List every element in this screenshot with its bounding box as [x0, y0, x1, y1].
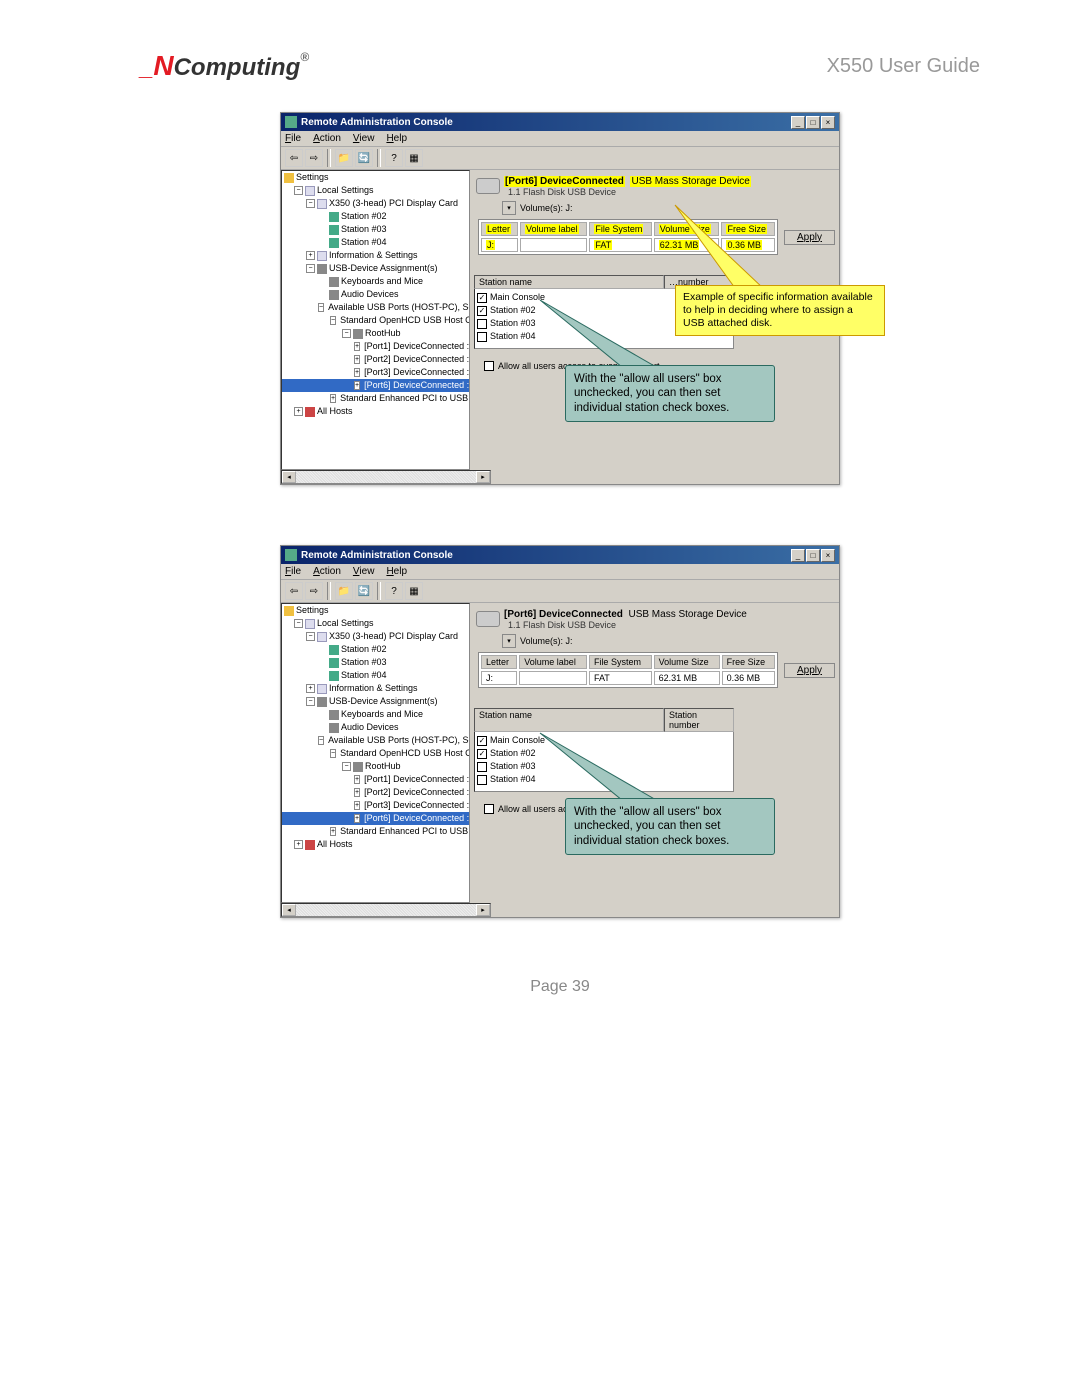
close-button[interactable]: ×	[821, 549, 835, 562]
menu-view[interactable]: View	[353, 566, 375, 577]
brand-logo: _NComputing®	[140, 50, 309, 82]
help-button[interactable]: ?	[385, 149, 403, 167]
menubar[interactable]: File Action View Help	[281, 131, 839, 146]
allow-all-checkbox[interactable]	[484, 804, 494, 814]
window-title: Remote Administration Console	[301, 117, 791, 128]
minimize-button[interactable]: _	[791, 549, 805, 562]
window-title: Remote Administration Console	[301, 550, 791, 561]
callout-blue: With the "allow all users" box unchecked…	[565, 365, 775, 422]
tree-panel[interactable]: Settings −Local Settings −X350 (3-head) …	[281, 170, 470, 470]
col-station-name: Station name	[474, 275, 664, 289]
toolbar: ⇦ ⇨ 📁 🔄 ? ▦	[281, 579, 839, 603]
maximize-button[interactable]: □	[806, 549, 820, 562]
forward-button[interactable]: ⇨	[305, 582, 323, 600]
allow-all-checkbox[interactable]	[484, 361, 494, 371]
menu-file[interactable]: File	[285, 566, 301, 577]
export-button[interactable]: ▦	[405, 582, 423, 600]
page-footer: Page 39	[140, 978, 980, 996]
detail-panel: [Port6] DeviceConnected USB Mass Storage…	[470, 603, 839, 903]
detail-panel: [Port6] DeviceConnected USB Mass Storage…	[470, 170, 839, 470]
toolbar: ⇦ ⇨ 📁 🔄 ? ▦	[281, 146, 839, 170]
checkbox-s02[interactable]: ✓	[477, 306, 487, 316]
up-button[interactable]: 📁	[335, 149, 353, 167]
refresh-button[interactable]: 🔄	[355, 149, 373, 167]
checkbox-s04[interactable]	[477, 332, 487, 342]
minimize-button[interactable]: _	[791, 116, 805, 129]
refresh-button[interactable]: 🔄	[355, 582, 373, 600]
back-button[interactable]: ⇦	[285, 582, 303, 600]
col-station-number: …number	[664, 275, 734, 289]
menu-action[interactable]: Action	[313, 566, 341, 577]
drive-icon	[476, 611, 500, 627]
tree-scrollbar[interactable]: ◂▸	[281, 470, 491, 484]
menu-help[interactable]: Help	[386, 133, 407, 144]
apply-button[interactable]: Apply	[784, 230, 835, 245]
volumes-dropdown[interactable]: ▾	[502, 634, 516, 648]
station-list: ✓Main Console ✓Station #02 Station #03 S…	[474, 732, 734, 792]
checkbox-main[interactable]: ✓	[477, 736, 487, 746]
tree-scrollbar[interactable]: ◂▸	[281, 903, 491, 917]
checkbox-s04[interactable]	[477, 775, 487, 785]
tree-panel[interactable]: Settings −Local Settings −X350 (3-head) …	[281, 603, 470, 903]
menu-help[interactable]: Help	[386, 566, 407, 577]
app-icon	[285, 116, 297, 128]
volume-table: LetterVolume labelFile SystemVolume Size…	[478, 652, 778, 688]
admin-console-window-1: Remote Administration Console _ □ × File…	[280, 112, 840, 485]
window-titlebar[interactable]: Remote Administration Console _ □ ×	[281, 546, 839, 564]
admin-console-window-2: Remote Administration Console _ □ × File…	[280, 545, 840, 918]
checkbox-s03[interactable]	[477, 762, 487, 772]
menu-view[interactable]: View	[353, 133, 375, 144]
page-title: X550 User Guide	[827, 55, 980, 78]
checkbox-s03[interactable]	[477, 319, 487, 329]
volumes-dropdown[interactable]: ▾	[502, 201, 516, 215]
up-button[interactable]: 📁	[335, 582, 353, 600]
port-label: [Port6] DeviceConnected	[504, 176, 625, 187]
volume-table: Letter Volume label File System Volume S…	[478, 219, 778, 255]
tree-selected: +[Port6] DeviceConnected : U	[282, 379, 469, 392]
app-icon	[285, 549, 297, 561]
close-button[interactable]: ×	[821, 116, 835, 129]
help-button[interactable]: ?	[385, 582, 403, 600]
maximize-button[interactable]: □	[806, 116, 820, 129]
forward-button[interactable]: ⇨	[305, 149, 323, 167]
apply-button[interactable]: Apply	[784, 663, 835, 678]
menubar[interactable]: File Action View Help	[281, 564, 839, 579]
window-titlebar[interactable]: Remote Administration Console _ □ ×	[281, 113, 839, 131]
checkbox-s02[interactable]: ✓	[477, 749, 487, 759]
back-button[interactable]: ⇦	[285, 149, 303, 167]
menu-file[interactable]: File	[285, 133, 301, 144]
drive-icon	[476, 178, 500, 194]
folder-icon	[284, 173, 294, 183]
checkbox-main[interactable]: ✓	[477, 293, 487, 303]
station-list: ✓Main Console ✓Station #02 Station #03 S…	[474, 289, 734, 349]
export-button[interactable]: ▦	[405, 149, 423, 167]
menu-action[interactable]: Action	[313, 133, 341, 144]
